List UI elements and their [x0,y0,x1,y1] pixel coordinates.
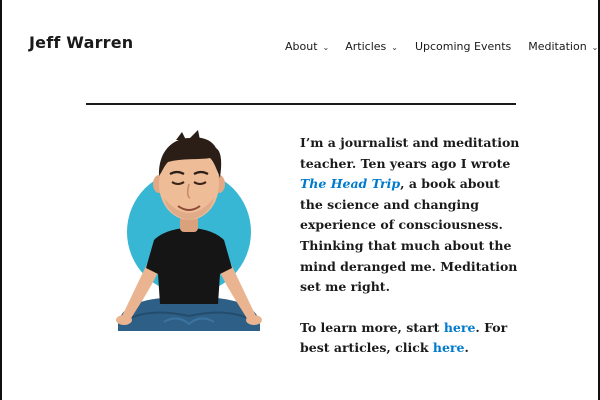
nav-item-label: About [285,40,318,53]
site-title[interactable]: Jeff Warren [29,33,133,52]
page-frame: Jeff Warren About ⌄ Articles ⌄ Upcoming … [0,0,600,400]
bio-text-segment: . [464,340,469,356]
start-here-link[interactable]: here [444,320,476,335]
main-nav: About ⌄ Articles ⌄ Upcoming Events Medit… [285,40,598,53]
nav-item-about[interactable]: About ⌄ [285,40,329,53]
bio-paragraph-learn-more: To learn more, start here. For best arti… [300,318,522,359]
meditation-avatar-illustration [116,130,262,331]
bio-text-segment: To learn more, start [300,319,444,335]
nav-item-meditation[interactable]: Meditation ⌄ [528,40,598,53]
chevron-down-icon: ⌄ [591,43,599,52]
chevron-down-icon: ⌄ [391,43,398,52]
nav-item-upcoming-events[interactable]: Upcoming Events [415,40,511,53]
nav-item-label: Upcoming Events [414,40,512,53]
nav-item-label: Meditation [528,40,587,53]
header-divider [86,103,516,105]
chevron-down-icon: ⌄ [322,43,330,52]
bio-text-segment: , a book about the science and changing … [300,176,518,295]
nav-item-articles[interactable]: Articles ⌄ [345,40,398,53]
articles-here-link[interactable]: here [433,340,465,355]
bio-paragraph-intro: I’m a journalist and meditation teacher.… [300,133,522,298]
bio-text: I’m a journalist and meditation teacher.… [300,133,522,379]
bio-text-segment: I’m a journalist and meditation teacher.… [300,135,520,171]
book-link-the-head-trip[interactable]: The Head Trip [300,176,400,191]
nav-item-label: Articles [345,40,387,53]
